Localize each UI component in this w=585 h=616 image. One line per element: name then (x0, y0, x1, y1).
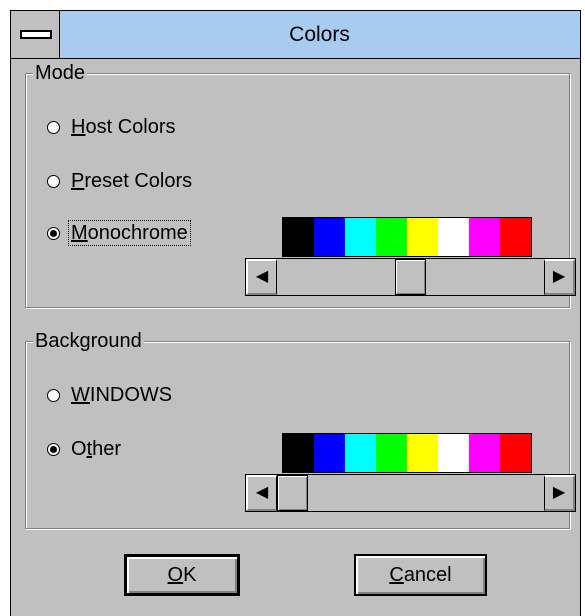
radio-host-colors[interactable]: Host Colors (47, 112, 177, 142)
swatch (345, 218, 376, 256)
radio-button[interactable] (47, 388, 60, 402)
cancel-button[interactable]: Cancel (354, 554, 487, 596)
system-menu-icon (20, 30, 52, 39)
mode-scrollbar[interactable]: ◀ ▶ (245, 258, 576, 296)
ok-button[interactable]: OK (124, 554, 240, 596)
ok-label: OK (167, 563, 197, 586)
swatch (500, 434, 531, 472)
scroll-right-button[interactable]: ▶ (544, 259, 575, 295)
scroll-thumb[interactable] (277, 475, 308, 511)
swatch (314, 434, 345, 472)
swatch (345, 434, 376, 472)
swatch (376, 218, 407, 256)
radio-label: Monochrome (68, 220, 191, 246)
swatch (438, 434, 469, 472)
radio-label: Preset Colors (71, 170, 193, 192)
swatch (469, 434, 500, 472)
swatch (407, 434, 438, 472)
swatch (283, 218, 314, 256)
radio-other[interactable]: Other (47, 434, 123, 464)
cancel-label: Cancel (389, 563, 452, 586)
radio-label: WINDOWS (71, 384, 173, 406)
radio-preset-colors[interactable]: Preset Colors (47, 166, 194, 196)
radio-windows[interactable]: WINDOWS (47, 380, 174, 410)
radio-button[interactable] (47, 442, 60, 456)
background-color-palette (282, 433, 532, 473)
swatch (283, 434, 314, 472)
colors-dialog: Colors Mode Host Colors Preset Colors Mo… (10, 10, 581, 616)
radio-button[interactable] (47, 120, 60, 134)
swatch (500, 218, 531, 256)
radio-button[interactable] (47, 174, 60, 188)
dialog-title: Colors (289, 23, 350, 46)
background-scrollbar[interactable]: ◀ ▶ (245, 474, 576, 512)
scroll-left-button[interactable]: ◀ (246, 475, 277, 511)
title-bar: Colors (11, 11, 580, 59)
radio-monochrome[interactable]: Monochrome (47, 218, 191, 248)
left-arrow-icon: ◀ (255, 484, 269, 501)
radio-label: Other (71, 438, 122, 460)
radio-label: Host Colors (71, 116, 176, 138)
swatch (376, 434, 407, 472)
scroll-left-button[interactable]: ◀ (246, 259, 277, 295)
right-arrow-icon: ▶ (552, 268, 566, 285)
background-group-label: Background (33, 330, 144, 352)
swatch (438, 218, 469, 256)
mode-group-label: Mode (33, 62, 88, 84)
swatch (407, 218, 438, 256)
scroll-thumb[interactable] (395, 259, 426, 295)
swatch (314, 218, 345, 256)
radio-button[interactable] (47, 226, 60, 240)
left-arrow-icon: ◀ (255, 268, 269, 285)
mode-color-palette (282, 217, 532, 257)
right-arrow-icon: ▶ (552, 484, 566, 501)
scroll-right-button[interactable]: ▶ (544, 475, 575, 511)
system-menu-button[interactable] (11, 11, 60, 58)
swatch (469, 218, 500, 256)
